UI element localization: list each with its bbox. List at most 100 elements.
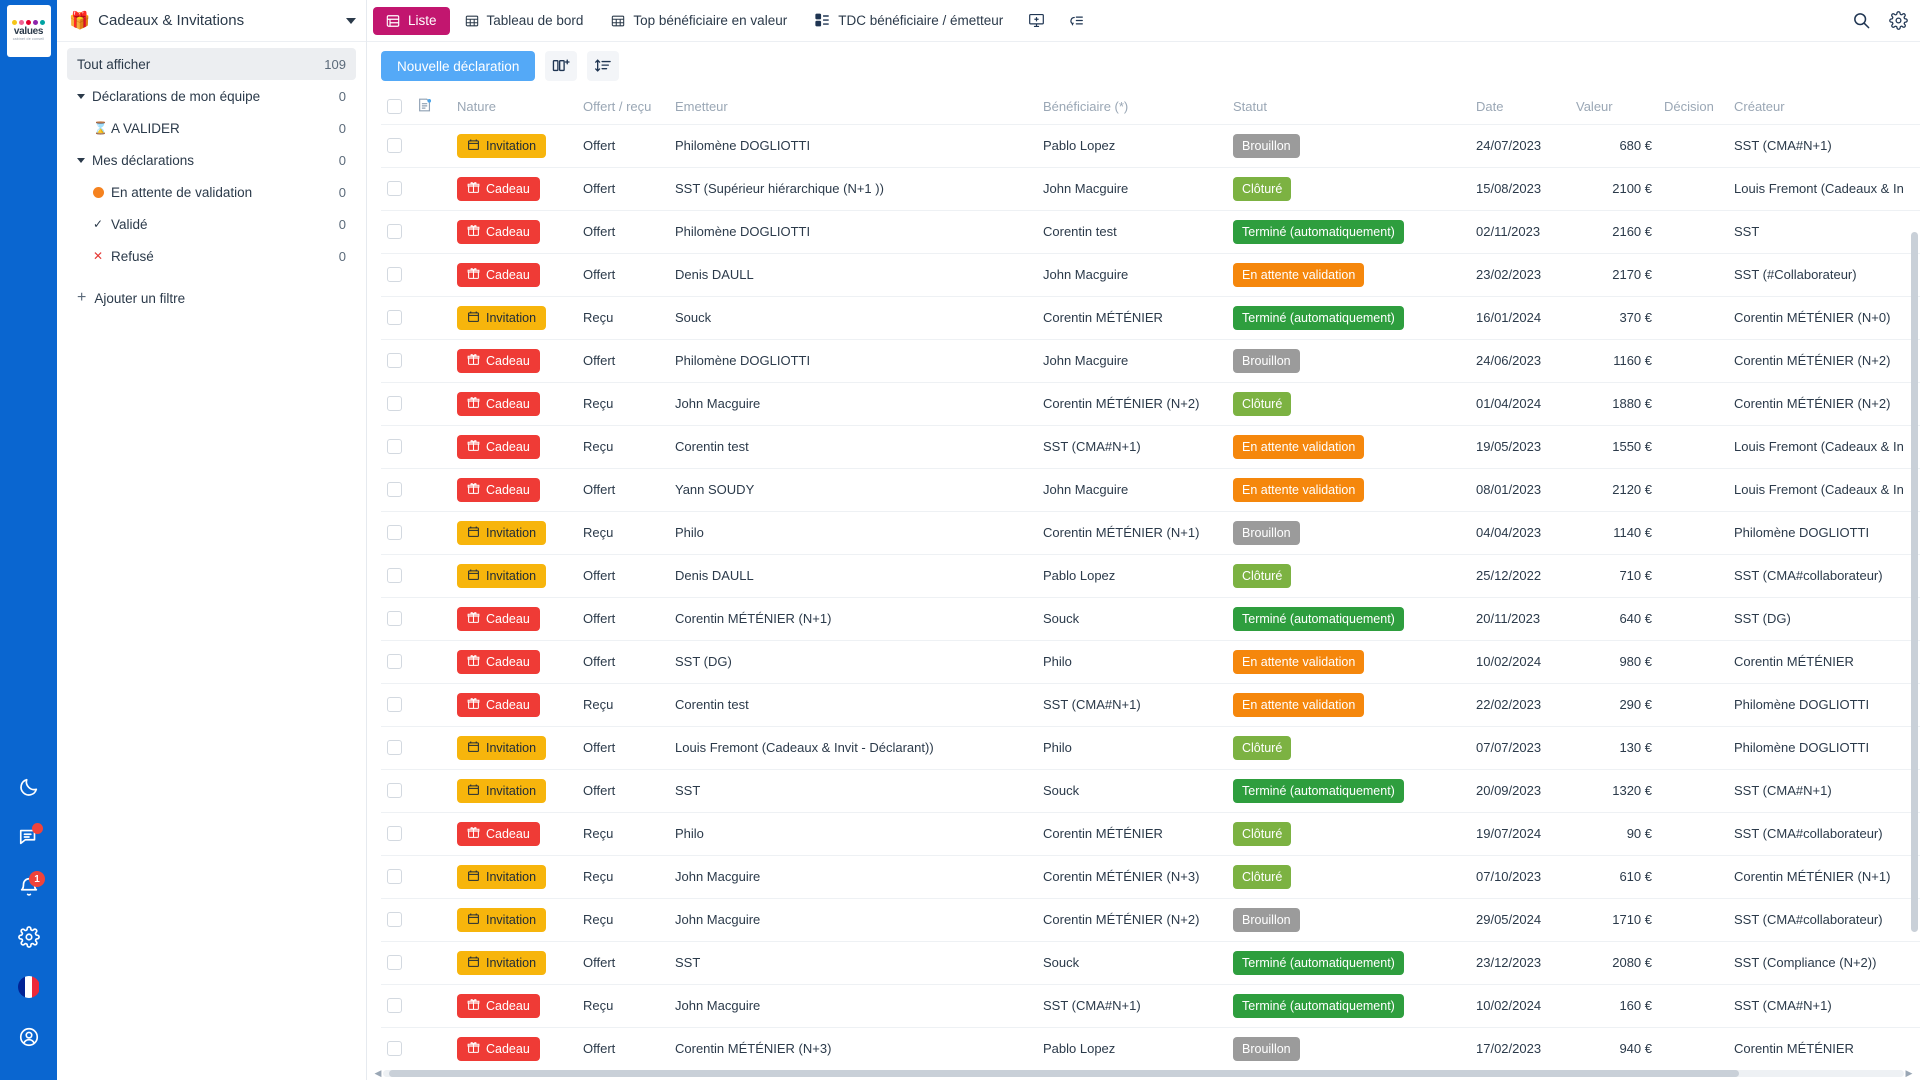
vertical-scrollbar[interactable] bbox=[1911, 124, 1918, 1064]
table-row[interactable]: Invitation Reçu John Macguire Corentin MÉTÉ… bbox=[381, 854, 1920, 898]
row-document-cell bbox=[411, 725, 451, 769]
dark-mode-icon[interactable] bbox=[0, 762, 57, 812]
column-header-date[interactable]: Date bbox=[1470, 90, 1570, 124]
cell-offert-recu: Offert bbox=[577, 467, 669, 511]
table-row[interactable]: Invitation Offert SST Souck Terminé (automat… bbox=[381, 940, 1920, 984]
select-all-checkbox[interactable] bbox=[387, 99, 402, 115]
row-checkbox[interactable] bbox=[387, 869, 402, 884]
tab-tdc-beneficiaire-emetteur[interactable]: TDC bénéficiaire / émetteur bbox=[802, 7, 1016, 35]
scroll-track[interactable] bbox=[383, 1069, 1904, 1077]
horizontal-scrollbar[interactable]: ◀ ▶ bbox=[367, 1068, 1920, 1078]
search-icon[interactable] bbox=[1852, 11, 1871, 30]
table-row[interactable]: Cadeau Reçu Corentin test SST (CMA#N+1) En a… bbox=[381, 424, 1920, 468]
row-checkbox[interactable] bbox=[387, 998, 402, 1013]
gear-icon[interactable] bbox=[1889, 11, 1908, 30]
row-checkbox[interactable] bbox=[387, 181, 402, 196]
row-checkbox[interactable] bbox=[387, 396, 402, 411]
scroll-thumb[interactable] bbox=[389, 1069, 1739, 1077]
column-header-nature[interactable]: Nature bbox=[451, 90, 577, 124]
sidebar-item-declarations-equipe[interactable]: Déclarations de mon équipe 0 bbox=[67, 80, 356, 112]
tab-top-beneficiaire-en-valeur[interactable]: Top bénéficiaire en valeur bbox=[598, 7, 800, 35]
status-badge: Terminé (automatiquement) bbox=[1233, 993, 1404, 1018]
cell-createur: Louis Fremont (Cadeaux & In bbox=[1728, 166, 1920, 210]
table-row[interactable]: Cadeau Offert Denis DAULL John Macguire En a… bbox=[381, 252, 1920, 296]
sidebar-item-tout-afficher[interactable]: Tout afficher 109 bbox=[67, 48, 356, 80]
cell-date: 19/05/2023 bbox=[1470, 424, 1570, 468]
messages-icon[interactable] bbox=[0, 812, 57, 862]
logo-wordmark: values bbox=[13, 26, 44, 37]
row-checkbox[interactable] bbox=[387, 224, 402, 239]
add-column-icon[interactable] bbox=[545, 51, 578, 81]
table-row[interactable]: Cadeau Reçu Corentin test SST (CMA#N+1) En a… bbox=[381, 682, 1920, 726]
table-row[interactable]: Cadeau Offert Philomène DOGLIOTTI John Macg… bbox=[381, 338, 1920, 382]
row-checkbox[interactable] bbox=[387, 611, 402, 626]
table-row[interactable]: Invitation Offert Philomène DOGLIOTTI Pablo… bbox=[381, 123, 1920, 167]
chevron-down-icon[interactable] bbox=[346, 17, 356, 24]
table-row[interactable]: Invitation Reçu Philo Corentin MÉTÉNIER (N+… bbox=[381, 510, 1920, 554]
row-checkbox[interactable] bbox=[387, 568, 402, 583]
column-header-offert-recu[interactable]: Offert / reçu bbox=[577, 90, 669, 124]
table-row[interactable]: Cadeau Offert Corentin MÉTÉNIER (N+1) Souck… bbox=[381, 596, 1920, 640]
tab-tableau-de-bord[interactable]: Tableau de bord bbox=[452, 7, 597, 35]
row-checkbox[interactable] bbox=[387, 138, 402, 153]
table-row[interactable]: Invitation Offert SST Souck Terminé (automat… bbox=[381, 768, 1920, 812]
table-row[interactable]: Cadeau Reçu John Macguire SST (CMA#N+1) Term… bbox=[381, 983, 1920, 1027]
table-row[interactable]: Cadeau Offert Philomène DOGLIOTTI Corentin … bbox=[381, 209, 1920, 253]
column-header-valeur[interactable]: Valeur bbox=[1570, 90, 1658, 124]
add-view-button[interactable] bbox=[1018, 7, 1055, 35]
row-select-cell bbox=[381, 295, 411, 339]
column-header-decision[interactable]: Décision bbox=[1658, 90, 1728, 124]
row-checkbox[interactable] bbox=[387, 912, 402, 927]
sidebar-header[interactable]: 🎁 Cadeaux & Invitations bbox=[57, 0, 366, 42]
add-filter-button[interactable]: + Ajouter un filtre bbox=[67, 282, 356, 314]
table-row[interactable]: Invitation Reçu John Macguire Corentin MÉTÉ… bbox=[381, 897, 1920, 941]
row-checkbox[interactable] bbox=[387, 826, 402, 841]
table-row[interactable]: Invitation Offert Denis DAULL Pablo Lopez Cl… bbox=[381, 553, 1920, 597]
row-checkbox[interactable] bbox=[387, 1041, 402, 1057]
row-checkbox[interactable] bbox=[387, 353, 402, 368]
sidebar-item-mes-declarations[interactable]: Mes déclarations 0 bbox=[67, 144, 356, 176]
account-icon[interactable] bbox=[0, 1012, 57, 1062]
status-badge: Terminé (automatiquement) bbox=[1233, 305, 1404, 330]
language-flag-icon[interactable] bbox=[0, 962, 57, 1012]
sidebar-item-refuse[interactable]: ✕ Refusé 0 bbox=[67, 240, 356, 272]
row-checkbox[interactable] bbox=[387, 267, 402, 282]
row-checkbox[interactable] bbox=[387, 482, 402, 497]
column-header-emetteur[interactable]: Emetteur bbox=[669, 90, 1037, 124]
scroll-left-arrow[interactable]: ◀ bbox=[373, 1068, 383, 1079]
row-checkbox[interactable] bbox=[387, 525, 402, 540]
settings-icon[interactable] bbox=[0, 912, 57, 962]
row-checkbox[interactable] bbox=[387, 697, 402, 712]
select-all-header bbox=[381, 90, 411, 124]
row-checkbox[interactable] bbox=[387, 955, 402, 970]
row-checkbox[interactable] bbox=[387, 439, 402, 454]
table-row[interactable]: Cadeau Offert SST (DG) Philo En attente vali… bbox=[381, 639, 1920, 683]
table-row[interactable]: Cadeau Offert Yann SOUDY John Macguire En at… bbox=[381, 467, 1920, 511]
sort-icon[interactable] bbox=[587, 51, 620, 81]
column-header-statut[interactable]: Statut bbox=[1227, 90, 1470, 124]
gift-icon: 🎁 bbox=[69, 11, 91, 30]
row-checkbox[interactable] bbox=[387, 740, 402, 755]
table-row[interactable]: Cadeau Offert SST (Supérieur hiérarchique … bbox=[381, 166, 1920, 210]
calendar-icon bbox=[467, 568, 480, 584]
sidebar-item-en-attente-de-validation[interactable]: En attente de validation 0 bbox=[67, 176, 356, 208]
column-header-createur[interactable]: Créateur bbox=[1728, 90, 1920, 124]
column-header-beneficiaire[interactable]: Bénéficiaire (*) bbox=[1037, 90, 1227, 124]
scroll-right-arrow[interactable]: ▶ bbox=[1904, 1068, 1914, 1079]
row-checkbox[interactable] bbox=[387, 783, 402, 798]
row-checkbox[interactable] bbox=[387, 310, 402, 325]
cell-statut: En attente validation bbox=[1227, 424, 1470, 468]
notifications-icon[interactable]: 1 bbox=[0, 862, 57, 912]
filter-list-button[interactable] bbox=[1057, 7, 1094, 35]
topbar-right-actions bbox=[1852, 11, 1908, 30]
table-row[interactable]: Invitation Offert Louis Fremont (Cadeaux &… bbox=[381, 725, 1920, 769]
new-declaration-button[interactable]: Nouvelle déclaration bbox=[381, 51, 536, 81]
sidebar-item-valide[interactable]: ✓ Validé 0 bbox=[67, 208, 356, 240]
table-row[interactable]: Cadeau Reçu John Macguire Corentin MÉTÉNIER… bbox=[381, 381, 1920, 425]
tab-liste[interactable]: Liste bbox=[373, 6, 450, 35]
table-row[interactable]: Cadeau Reçu Philo Corentin MÉTÉNIER Clôturé 1… bbox=[381, 811, 1920, 855]
sidebar-item-a-valider[interactable]: ⌛ A VALIDER 0 bbox=[67, 112, 356, 144]
cell-statut: Terminé (automatiquement) bbox=[1227, 209, 1470, 253]
table-row[interactable]: Invitation Reçu Souck Corentin MÉTÉNIER Term… bbox=[381, 295, 1920, 339]
row-checkbox[interactable] bbox=[387, 654, 402, 669]
